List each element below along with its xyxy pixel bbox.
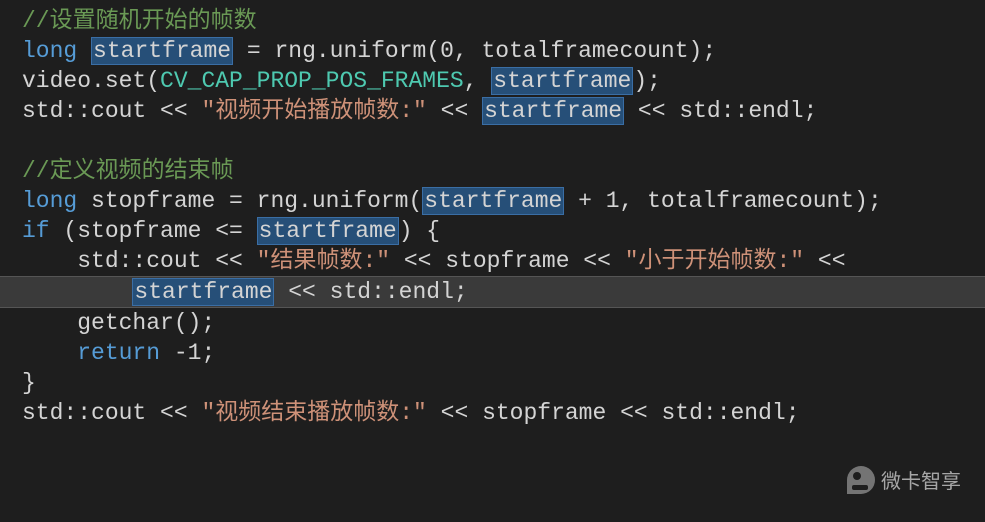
code-text: + 1, totalframecount);	[564, 188, 881, 214]
code-line: }	[0, 368, 985, 398]
control-keyword: if	[22, 218, 50, 244]
code-text: -1;	[160, 340, 215, 366]
macro-constant: CV_CAP_PROP_POS_FRAMES	[160, 68, 464, 94]
highlighted-variable: startframe	[132, 278, 274, 306]
code-text: }	[22, 370, 36, 396]
highlighted-variable: startframe	[257, 217, 399, 245]
control-keyword: return	[77, 340, 160, 366]
code-text: std::cout <<	[22, 248, 257, 274]
code-line-empty	[0, 126, 985, 156]
code-line: getchar();	[0, 308, 985, 338]
type-keyword: long	[22, 188, 77, 214]
watermark-text: 微卡智享	[881, 465, 961, 494]
comment-text: //定义视频的结束帧	[22, 158, 234, 184]
highlighted-variable: startframe	[491, 67, 633, 95]
code-line: std::cout << "视频结束播放帧数:" << stopframe <<…	[0, 398, 985, 428]
code-text: << std::endl;	[274, 279, 467, 305]
string-literal: "视频结束播放帧数:"	[201, 400, 426, 426]
code-text: << stopframe <<	[390, 248, 625, 274]
highlighted-variable: startframe	[422, 187, 564, 215]
code-line: video.set(CV_CAP_PROP_POS_FRAMES, startf…	[0, 66, 985, 96]
code-editor-viewport[interactable]: //设置随机开始的帧数 long startframe = rng.unifor…	[0, 6, 985, 428]
code-text: std::cout <<	[22, 400, 201, 426]
code-text: <<	[427, 98, 482, 124]
highlighted-variable: startframe	[91, 37, 233, 65]
code-line: //定义视频的结束帧	[0, 156, 985, 186]
code-line: if (stopframe <= startframe) {	[0, 216, 985, 246]
indentation	[22, 340, 77, 366]
code-text: << std::endl;	[624, 98, 817, 124]
code-line: std::cout << "视频开始播放帧数:" << startframe <…	[0, 96, 985, 126]
code-text: (stopframe <=	[50, 218, 257, 244]
code-text: <<	[804, 248, 845, 274]
code-text: );	[633, 68, 661, 94]
code-line: long stopframe = rng.uniform(startframe …	[0, 186, 985, 216]
code-line-current: startframe << std::endl;	[0, 276, 985, 308]
code-text: << stopframe << std::endl;	[427, 400, 800, 426]
watermark: 微卡智享	[847, 465, 961, 494]
code-line: //设置随机开始的帧数	[0, 6, 985, 36]
code-line: long startframe = rng.uniform(0, totalfr…	[0, 36, 985, 66]
highlighted-variable: startframe	[482, 97, 624, 125]
indentation	[22, 279, 132, 305]
code-text: ) {	[399, 218, 440, 244]
code-text: std::cout <<	[22, 98, 201, 124]
string-literal: "视频开始播放帧数:"	[201, 98, 426, 124]
code-text: = rng.uniform(0, totalframecount);	[233, 38, 716, 64]
string-literal: "小于开始帧数:"	[625, 248, 804, 274]
comment-text: //设置随机开始的帧数	[22, 8, 257, 34]
string-literal: "结果帧数:"	[257, 248, 390, 274]
code-text: getchar();	[22, 310, 215, 336]
wechat-icon	[847, 466, 875, 494]
code-text: ,	[464, 68, 492, 94]
code-text: video.set(	[22, 68, 160, 94]
code-text: stopframe = rng.uniform(	[77, 188, 422, 214]
type-keyword: long	[22, 38, 77, 64]
code-line: std::cout << "结果帧数:" << stopframe << "小于…	[0, 246, 985, 276]
code-line: return -1;	[0, 338, 985, 368]
